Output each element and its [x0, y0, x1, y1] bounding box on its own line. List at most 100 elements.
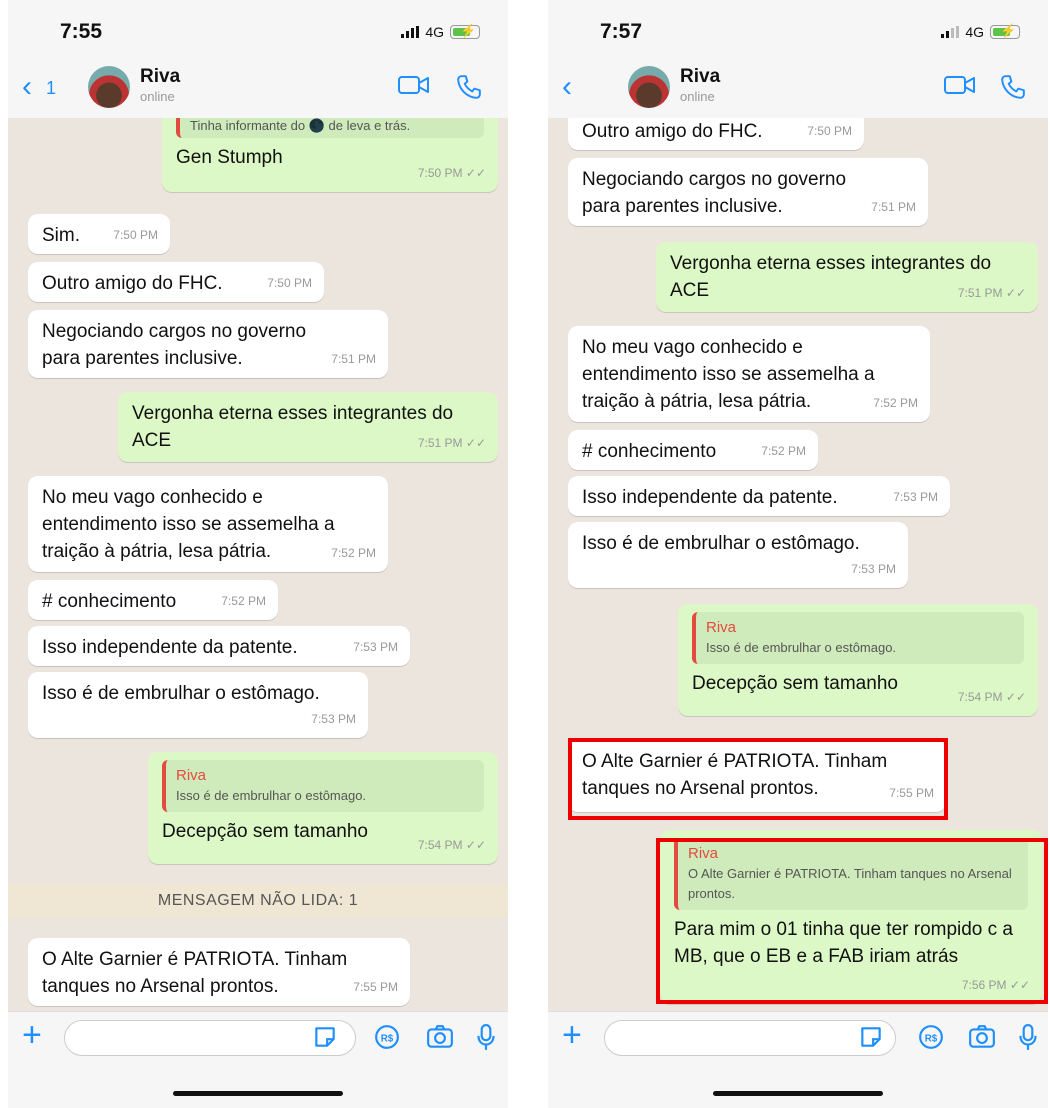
message-time: 7:52 PM [761, 444, 806, 458]
quoted-message[interactable]: Riva Isso é de embrulhar o estômago. [162, 760, 484, 812]
message-time: 7:54 PM ✓✓ [957, 690, 1026, 704]
chat-header: ‹ Riva online [548, 62, 1048, 119]
message-bubble-incoming[interactable]: Negociando cargos no governo para parent… [568, 158, 928, 226]
message-bubble-incoming[interactable]: No meu vago conhecido e entendimento iss… [28, 476, 388, 572]
message-bubble-incoming[interactable]: # conhecimento 7:52 PM [568, 430, 818, 470]
message-text: # conhecimento [42, 591, 177, 612]
message-bubble-incoming[interactable]: Outro amigo do FHC. 7:50 PM [28, 262, 324, 302]
message-text: O Alte Garnier é PATRIOTA. Tinham tanque… [42, 949, 348, 997]
contact-name[interactable]: Riva [680, 66, 720, 88]
message-text: Vergonha eterna esses integrantes do ACE [670, 253, 992, 301]
message-time: 7:50 PM [267, 276, 312, 290]
message-bubble-outgoing[interactable]: Riva Isso é de embrulhar o estômago. Dec… [148, 752, 498, 864]
message-bubble-incoming[interactable]: No meu vago conhecido e entendimento iss… [568, 326, 930, 422]
sticker-icon[interactable] [858, 1024, 884, 1050]
camera-icon[interactable] [968, 1024, 996, 1050]
message-text: Negociando cargos no governo para parent… [42, 321, 307, 369]
message-time: 7:55 PM [353, 980, 398, 994]
message-text: Isso independente da patente. [42, 637, 298, 658]
message-text: No meu vago conhecido e entendimento iss… [582, 337, 875, 412]
phone-call-icon[interactable] [1000, 74, 1026, 100]
home-indicator[interactable] [713, 1091, 883, 1096]
chat-area[interactable]: Tinha informante do 🌑 de leva e trás. Ge… [8, 118, 508, 1012]
message-bubble-incoming[interactable]: Sim. 7:50 PM [28, 214, 170, 254]
status-bar: 7:57 4G ⚡ [548, 0, 1048, 62]
message-bubble-outgoing[interactable]: Tinha informante do 🌑 de leva e trás. Ge… [162, 118, 498, 192]
message-bubble-incoming[interactable]: Negociando cargos no governo para parent… [28, 310, 388, 378]
input-bar: + R$ [8, 1011, 508, 1108]
message-time: 7:53 PM [893, 490, 938, 504]
left-screenshot: 7:55 4G ⚡ ‹ 1 Riva online Tinha informan… [8, 0, 508, 1108]
message-time: 7:53 PM [311, 712, 356, 726]
network-label: 4G [965, 24, 984, 40]
quoted-message[interactable]: Tinha informante do 🌑 de leva e trás. [176, 118, 484, 138]
avatar[interactable] [88, 66, 130, 108]
battery-icon: ⚡ [990, 23, 1020, 39]
home-indicator[interactable] [173, 1091, 343, 1096]
message-text: Gen Stumph [176, 147, 283, 168]
signal-icon [941, 26, 960, 38]
status-time: 7:55 [60, 20, 103, 43]
message-bubble-outgoing[interactable]: Vergonha eterna esses integrantes do ACE… [118, 392, 498, 462]
plus-icon[interactable]: + [562, 1018, 582, 1052]
avatar[interactable] [628, 66, 670, 108]
message-text: Decepção sem tamanho [162, 821, 368, 842]
message-text: Vergonha eterna esses integrantes do ACE [132, 403, 454, 451]
message-time: 7:52 PM [873, 396, 918, 410]
plus-icon[interactable]: + [22, 1018, 42, 1052]
message-text: Outro amigo do FHC. [582, 121, 763, 142]
contact-status: online [140, 89, 175, 104]
message-text: No meu vago conhecido e entendimento iss… [42, 487, 335, 562]
message-bubble-incoming[interactable]: Outro amigo do FHC. 7:50 PM [568, 118, 864, 150]
message-text: # conhecimento [582, 441, 717, 462]
chat-area[interactable]: Outro amigo do FHC. 7:50 PM Negociando c… [548, 118, 1048, 1012]
microphone-icon[interactable] [476, 1024, 496, 1052]
quoted-sender: Riva [176, 767, 207, 784]
svg-text:R$: R$ [925, 1033, 938, 1044]
message-bubble-incoming[interactable]: Isso é de embrulhar o estômago. 7:53 PM [28, 672, 368, 738]
quoted-message[interactable]: Riva Isso é de embrulhar o estômago. [692, 612, 1024, 664]
message-time: 7:51 PM [871, 200, 916, 214]
message-time: 7:52 PM [221, 594, 266, 608]
message-text: Negociando cargos no governo para parent… [582, 169, 847, 217]
back-chevron-icon[interactable]: ‹ [22, 72, 32, 102]
message-time: 7:50 PM [113, 228, 158, 242]
contact-name[interactable]: Riva [140, 66, 180, 88]
message-time: 7:52 PM [331, 546, 376, 560]
chat-header: ‹ 1 Riva online [8, 62, 508, 119]
quoted-text: Isso é de embrulhar o estômago. [176, 788, 367, 803]
message-time: 7:53 PM [851, 562, 896, 576]
message-bubble-incoming[interactable]: # conhecimento 7:52 PM [28, 580, 278, 620]
message-input[interactable] [604, 1020, 896, 1056]
message-bubble-outgoing[interactable]: Riva Isso é de embrulhar o estômago. Dec… [678, 604, 1038, 716]
quoted-sender: Riva [706, 619, 737, 636]
status-time: 7:57 [600, 20, 643, 43]
input-bar: + R$ [548, 1011, 1048, 1108]
video-call-icon[interactable] [398, 74, 430, 96]
microphone-icon[interactable] [1018, 1024, 1038, 1052]
message-time: 7:51 PM ✓✓ [957, 286, 1026, 300]
message-bubble-outgoing[interactable]: Vergonha eterna esses integrantes do ACE… [656, 242, 1038, 312]
message-bubble-incoming[interactable]: Isso independente da patente. 7:53 PM [28, 626, 410, 666]
phone-call-icon[interactable] [456, 74, 482, 100]
status-bar: 7:55 4G ⚡ [8, 0, 508, 62]
payment-icon[interactable]: R$ [374, 1024, 400, 1050]
sticker-icon[interactable] [312, 1024, 338, 1050]
message-text: Sim. [42, 225, 80, 246]
camera-icon[interactable] [426, 1024, 454, 1050]
message-bubble-incoming[interactable]: O Alte Garnier é PATRIOTA. Tinham tanque… [28, 938, 410, 1006]
back-chevron-icon[interactable]: ‹ [562, 72, 572, 102]
highlight-box [656, 838, 1048, 1004]
message-bubble-incoming[interactable]: Isso independente da patente. 7:53 PM [568, 476, 950, 516]
network-label: 4G [425, 24, 444, 40]
video-call-icon[interactable] [944, 74, 976, 96]
quoted-text: Isso é de embrulhar o estômago. [706, 640, 897, 655]
contact-status: online [680, 89, 715, 104]
message-text: Decepção sem tamanho [692, 673, 898, 694]
payment-icon[interactable]: R$ [918, 1024, 944, 1050]
message-time: 7:51 PM [331, 352, 376, 366]
message-time: 7:53 PM [353, 640, 398, 654]
message-bubble-incoming[interactable]: Isso é de embrulhar o estômago. 7:53 PM [568, 522, 908, 588]
back-unread-count[interactable]: 1 [46, 78, 56, 99]
signal-icon [401, 26, 420, 38]
